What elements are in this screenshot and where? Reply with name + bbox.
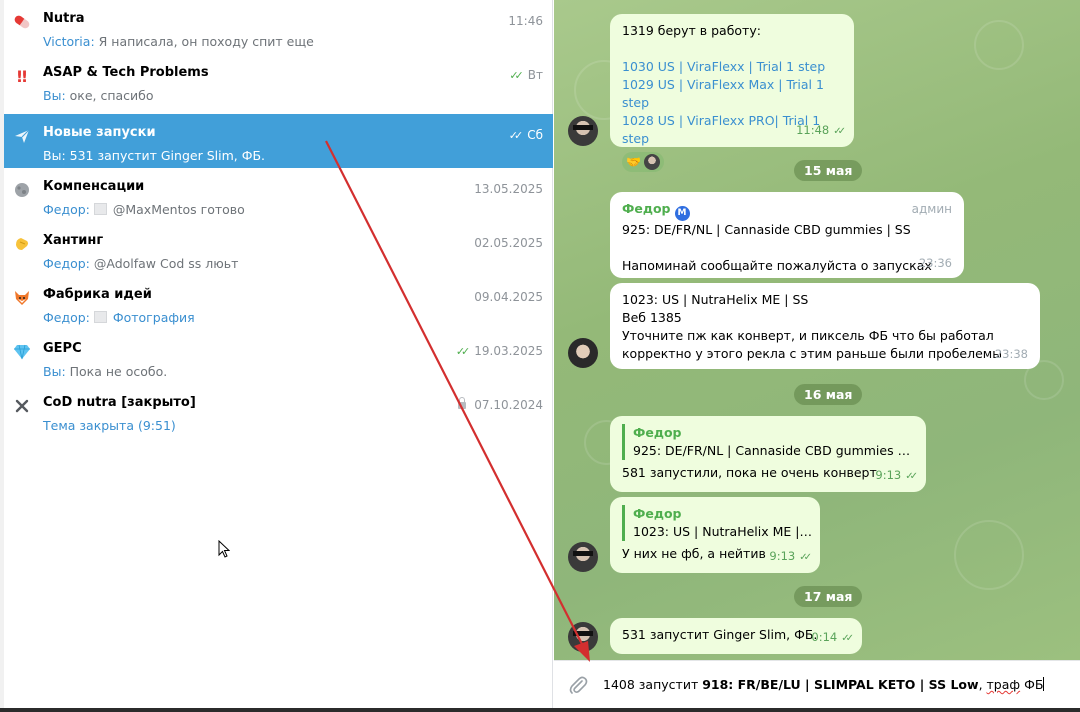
read-ticks-icon: ✓✓: [509, 68, 524, 82]
chat-name: CoD nutra [закрыто]: [43, 395, 196, 410]
pill-icon: [12, 12, 32, 32]
chat-name: Компенсации: [43, 179, 145, 194]
airplane-icon: [12, 126, 32, 146]
avatar[interactable]: [568, 542, 598, 572]
chat-preview: Тема закрыта (9:51): [43, 418, 176, 433]
message-time: 23:36: [918, 256, 952, 270]
image-thumbnail: [93, 203, 107, 215]
sender-name[interactable]: Федор: [622, 201, 671, 216]
mouse-cursor-icon: [218, 540, 230, 558]
chat-item-hunting[interactable]: Хантинг 02.05.2025 Федор: @Adolfaw Cod s…: [4, 222, 553, 276]
avatar[interactable]: [568, 116, 598, 146]
message-time: 0:14 ✓✓: [811, 630, 854, 644]
message-text: 925: DE/FR/NL | Cannaside CBD gummies | …: [622, 221, 911, 237]
chat-date: ✓✓ Вт: [509, 68, 543, 82]
message-text: 1023: US | NutraHelix ME | SS: [622, 292, 809, 307]
message-bubble[interactable]: 1023: US | NutraHelix ME | SS Веб 1385 У…: [610, 283, 1040, 369]
m-badge-icon: M: [674, 205, 690, 221]
chat-date: 11:46: [508, 14, 543, 28]
chat-name: ASAP & Tech Problems: [43, 65, 209, 80]
chat-item-nutra[interactable]: Nutra 11:46 Victoria: Я написала, он пох…: [4, 0, 553, 54]
message-text: 581 запустили, пока не очень конверт: [622, 465, 877, 480]
hand-icon: [12, 234, 32, 254]
text-caret: [1043, 677, 1045, 691]
chat-item-new-launches[interactable]: Новые запуски ✓✓ Сб Вы: 531 запустит Ging…: [4, 114, 553, 168]
reactor-avatar: [643, 154, 660, 170]
handshake-icon: 🤝: [626, 155, 641, 169]
date-separator: 16 мая: [794, 384, 863, 405]
chat-date: 07.10.2024: [458, 396, 543, 412]
chat-date: ✓✓ Сб: [508, 128, 543, 142]
read-ticks-icon: ✓✓: [841, 633, 854, 644]
message-bubble[interactable]: Федор 1023: US | NutraHelix ME | ... У н…: [610, 497, 820, 573]
chat-preview: Вы: 531 запустит Ginger Slim, ФБ.: [43, 148, 266, 163]
chat-preview: Вы: оке, спасибо: [43, 88, 154, 103]
chat-name: Фабрика идей: [43, 287, 152, 302]
chat-item-asap[interactable]: ‼ ASAP & Tech Problems ✓✓ Вт Вы: оке, спа…: [4, 54, 553, 108]
message-text: Напоминай сообщайте пожалуйста о запуска…: [622, 257, 932, 273]
chat-preview: Федор: @Adolfaw Cod ss люьт: [43, 256, 239, 271]
message-bubble[interactable]: Федор 925: DE/FR/NL | Cannaside CBD gumm…: [610, 416, 926, 492]
message-time: 9:13 ✓✓: [769, 549, 812, 563]
avatar[interactable]: [568, 622, 598, 652]
message-composer: 1408 запустит 918: FR/BE/LU | SLIMPAL KE…: [554, 660, 1080, 708]
background-doodle: [954, 520, 1024, 590]
message-input[interactable]: 1408 запустит 918: FR/BE/LU | SLIMPAL KE…: [603, 677, 1045, 692]
admin-badge: админ: [911, 202, 952, 216]
read-ticks-icon: ✓✓: [508, 128, 524, 142]
message-time: 9:13 ✓✓: [875, 468, 918, 482]
message-bubble[interactable]: 531 запустит Ginger Slim, ФБ. 0:14 ✓✓: [610, 618, 862, 654]
message-text: Уточните пж как конверт, и пиксель ФБ чт…: [622, 328, 994, 343]
cross-icon: [12, 396, 32, 416]
chat-item-gepc[interactable]: GEPC ✓✓ 19.03.2025 Вы: Пока не особо.: [4, 330, 553, 384]
chat-name: GEPC: [43, 341, 82, 356]
lock-icon: [458, 396, 467, 409]
chat-item-idea-factory[interactable]: Фабрика идей 09.04.2025 Федор: Фотографи…: [4, 276, 553, 330]
chat-date: ✓✓ 19.03.2025: [455, 344, 543, 358]
message-text: Веб 1385: [622, 310, 682, 325]
message-link[interactable]: 1030 US | ViraFlexx | Trial 1 step: [622, 58, 842, 76]
chat-preview: Федор: @MaxMentos готово: [43, 202, 245, 217]
moon-icon: [12, 180, 32, 200]
message-link[interactable]: 1029 US | ViraFlexx Max | Trial 1 step: [622, 76, 842, 112]
chat-preview: Федор: Фотография: [43, 310, 195, 325]
chat-list: Nutra 11:46 Victoria: Я написала, он пох…: [0, 0, 553, 708]
exclamation-icon: ‼: [16, 66, 28, 86]
read-ticks-icon: ✓✓: [455, 344, 471, 358]
date-separator: 15 мая: [794, 160, 863, 181]
background-doodle: [974, 20, 1024, 70]
avatar[interactable]: [568, 338, 598, 368]
fox-icon: [12, 288, 32, 308]
message-bubble[interactable]: 1319 берут в работу: 1030 US | ViraFlexx…: [610, 14, 854, 172]
date-separator: 17 мая: [794, 586, 863, 607]
read-ticks-icon: ✓✓: [833, 126, 846, 137]
chat-date: 09.04.2025: [474, 290, 543, 304]
read-ticks-icon: ✓✓: [799, 552, 812, 563]
message-time: 11:48 ✓✓: [796, 123, 846, 137]
chat-item-cod-nutra[interactable]: CoD nutra [закрыто] 07.10.2024 Тема закр…: [4, 384, 553, 438]
diamond-icon: [12, 342, 32, 362]
taskbar-edge: [0, 708, 1080, 712]
read-ticks-icon: ✓✓: [905, 471, 918, 482]
reaction-chip[interactable]: 🤝: [622, 152, 664, 172]
reply-quote[interactable]: Федор 925: DE/FR/NL | Cannaside CBD gumm…: [622, 424, 914, 460]
chat-name: Хантинг: [43, 233, 104, 248]
chat-name: Новые запуски: [43, 125, 156, 140]
chat-name: Nutra: [43, 11, 85, 26]
message-text: корректно у этого рекла с этим раньше бы…: [622, 346, 1003, 361]
message-time: 23:38: [994, 347, 1028, 361]
reply-quote[interactable]: Федор 1023: US | NutraHelix ME | ...: [622, 505, 813, 541]
image-thumbnail: [93, 311, 107, 323]
chat-date: 02.05.2025: [474, 236, 543, 250]
conversation-pane: 1319 берут в работу: 1030 US | ViraFlexx…: [554, 0, 1080, 660]
chat-item-compensations[interactable]: Компенсации 13.05.2025 Федор: @MaxMentos…: [4, 168, 553, 222]
chat-preview: Вы: Пока не особо.: [43, 364, 168, 379]
message-text: 1319 берут в работу:: [622, 23, 761, 38]
message-bubble[interactable]: Федор M админ 925: DE/FR/NL | Cannaside …: [610, 192, 964, 278]
paperclip-icon[interactable]: [568, 675, 588, 695]
chat-date: 13.05.2025: [474, 182, 543, 196]
chat-preview: Victoria: Я написала, он походу спит еще: [43, 34, 314, 49]
